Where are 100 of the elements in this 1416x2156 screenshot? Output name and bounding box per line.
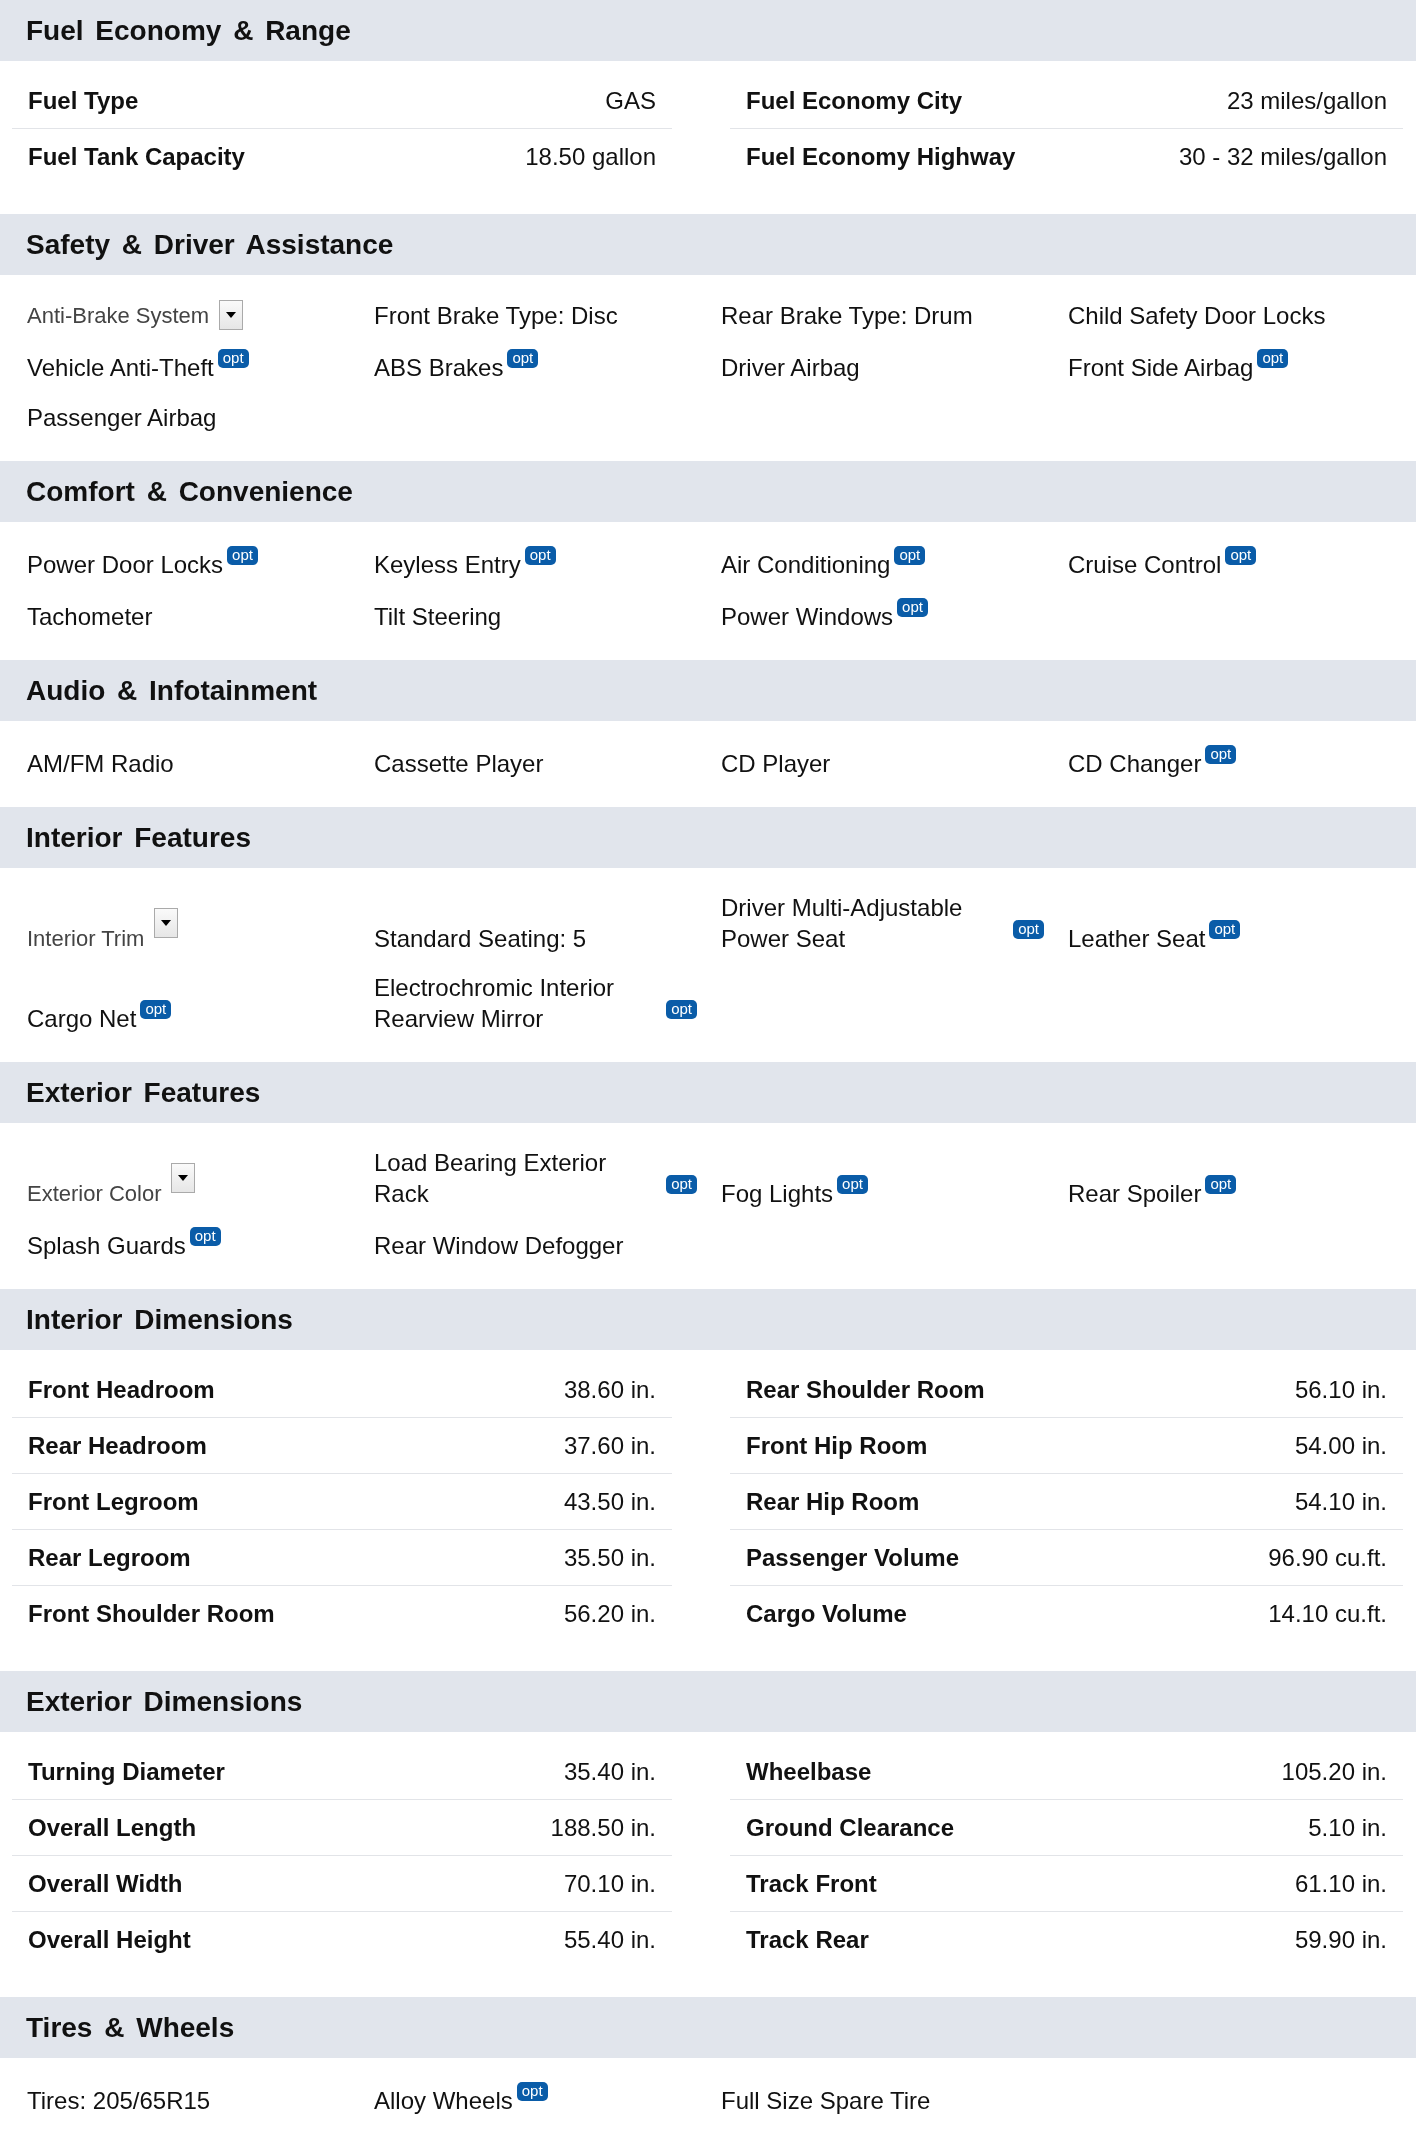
- spec-value: 43.50 in.: [563, 1487, 656, 1516]
- feature-text: Driver Multi-Adjustable Power Seat: [721, 893, 964, 954]
- feature-text: Splash Guards: [27, 1231, 186, 1261]
- spec-value: 35.50 in.: [563, 1543, 656, 1572]
- spec-label: Overall Height: [28, 1925, 191, 1954]
- spec-value: 5.10 in.: [1308, 1813, 1387, 1842]
- caret-icon: [226, 312, 237, 318]
- spec-label: Rear Headroom: [28, 1431, 207, 1460]
- section-title: Fuel Economy & Range: [26, 14, 351, 47]
- spec-label: Front Hip Room: [746, 1431, 928, 1460]
- dropdown-label: Interior Trim: [27, 925, 145, 953]
- dropdown-button[interactable]: [219, 300, 244, 330]
- feature-text: Vehicle Anti-Theft: [27, 353, 214, 383]
- spec-label: Track Rear: [746, 1925, 869, 1954]
- section-title: Exterior Features: [26, 1076, 261, 1109]
- optional-badge: opt: [524, 546, 556, 565]
- optional-badge: opt: [1205, 745, 1237, 764]
- optional-badge: opt: [897, 598, 928, 617]
- feature-text: Keyless Entry: [374, 550, 521, 580]
- spec-label: Rear Shoulder Room: [746, 1375, 985, 1404]
- feature-text: AM/FM Radio: [27, 749, 174, 779]
- spec-label: Fuel Type: [28, 86, 139, 115]
- spec-label: Ground Clearance: [746, 1813, 955, 1842]
- spec-label: Track Front: [746, 1869, 877, 1898]
- optional-badge: opt: [1225, 546, 1257, 565]
- section-title: Interior Features: [26, 821, 251, 854]
- optional-badge: opt: [837, 1175, 868, 1194]
- optional-badge: opt: [140, 1000, 172, 1019]
- feature-text: Electrochromic Interior Rearview Mirror: [374, 973, 616, 1034]
- spec-label: Turning Diameter: [28, 1757, 225, 1786]
- feature-text: Rear Brake Type: Drum: [721, 301, 973, 331]
- feature-text: Tilt Steering: [374, 602, 502, 632]
- spec-label: Overall Length: [28, 1813, 197, 1842]
- spec-label: Rear Hip Room: [746, 1487, 920, 1516]
- feature-text: Driver Airbag: [721, 353, 860, 383]
- optional-badge: opt: [666, 1000, 697, 1019]
- spec-value: 35.40 in.: [563, 1757, 656, 1786]
- feature-text: Tachometer: [27, 602, 153, 632]
- optional-badge: opt: [666, 1175, 697, 1194]
- dropdown-label: Exterior Color: [27, 1180, 162, 1208]
- spec-value: 54.10 in.: [1294, 1487, 1387, 1516]
- feature-text: Rear Spoiler: [1068, 1179, 1202, 1209]
- spec-label: Fuel Economy Highway: [746, 142, 1016, 171]
- dropdown-button[interactable]: [171, 1163, 196, 1193]
- section-title: Exterior Dimensions: [26, 1685, 303, 1718]
- optional-badge: opt: [1209, 920, 1241, 939]
- section-title: Interior Dimensions: [26, 1303, 293, 1336]
- feature-text: Child Safety Door Locks: [1068, 301, 1326, 331]
- section-title: Safety & Driver Assistance: [26, 228, 394, 261]
- spec-value: GAS: [605, 86, 656, 115]
- section-title: Audio & Infotainment: [26, 674, 318, 707]
- feature-text: Alloy Wheels: [374, 2086, 513, 2116]
- feature-text: Leather Seat: [1068, 924, 1206, 954]
- spec-label: Front Headroom: [28, 1375, 215, 1404]
- optional-badge: opt: [227, 546, 258, 565]
- optional-badge: opt: [894, 546, 926, 565]
- feature-text: Power Windows: [721, 602, 894, 632]
- spec-value: 55.40 in.: [563, 1925, 656, 1954]
- spec-value: 37.60 in.: [563, 1431, 656, 1460]
- feature-text: Front Brake Type: Disc: [374, 301, 618, 331]
- spec-value: 61.10 in.: [1294, 1869, 1387, 1898]
- spec-value: 18.50 gallon: [525, 142, 656, 171]
- optional-badge: opt: [507, 349, 539, 368]
- dropdown-button[interactable]: [154, 908, 179, 938]
- section-title: Tires & Wheels: [26, 2011, 235, 2044]
- caret-icon: [178, 1175, 189, 1181]
- section-title: Comfort & Convenience: [26, 475, 353, 508]
- feature-text: Power Door Locks: [27, 550, 224, 580]
- spec-label: Passenger Volume: [746, 1543, 959, 1572]
- optional-badge: opt: [217, 349, 249, 368]
- spec-value: 70.10 in.: [563, 1869, 656, 1898]
- feature-text: Cassette Player: [374, 749, 544, 779]
- spec-label: Cargo Volume: [746, 1599, 907, 1628]
- spec-value: 38.60 in.: [563, 1375, 656, 1404]
- feature-text: Cargo Net: [27, 1004, 137, 1034]
- spec-label: Overall Width: [28, 1869, 183, 1898]
- feature-text: Cruise Control: [1068, 550, 1222, 580]
- spec-value: 188.50 in.: [550, 1813, 656, 1842]
- spec-label: Front Legroom: [28, 1487, 199, 1516]
- feature-text: Standard Seating: 5: [374, 924, 587, 954]
- spec-label: Front Shoulder Room: [28, 1599, 275, 1628]
- optional-badge: opt: [1013, 920, 1044, 939]
- feature-text: Rear Window Defogger: [374, 1231, 624, 1261]
- feature-text: CD Changer: [1068, 749, 1202, 779]
- feature-text: Passenger Airbag: [27, 403, 217, 433]
- optional-badge: opt: [516, 2082, 548, 2101]
- spec-label: Wheelbase: [746, 1757, 872, 1786]
- caret-icon: [161, 920, 172, 926]
- feature-text: Full Size Spare Tire: [721, 2086, 931, 2116]
- feature-text: Front Side Airbag: [1068, 353, 1254, 383]
- dropdown-label: Anti-Brake System: [27, 302, 210, 330]
- feature-text: Fog Lights: [721, 1179, 834, 1209]
- spec-label: Fuel Tank Capacity: [28, 142, 245, 171]
- spec-value: 96.90 cu.ft.: [1268, 1543, 1387, 1572]
- spec-value: 56.10 in.: [1294, 1375, 1387, 1404]
- spec-value: 23 miles/gallon: [1226, 86, 1387, 115]
- optional-badge: opt: [1205, 1175, 1237, 1194]
- feature-text: Air Conditioning: [721, 550, 891, 580]
- spec-label: Rear Legroom: [28, 1543, 191, 1572]
- spec-value: 14.10 cu.ft.: [1268, 1599, 1387, 1628]
